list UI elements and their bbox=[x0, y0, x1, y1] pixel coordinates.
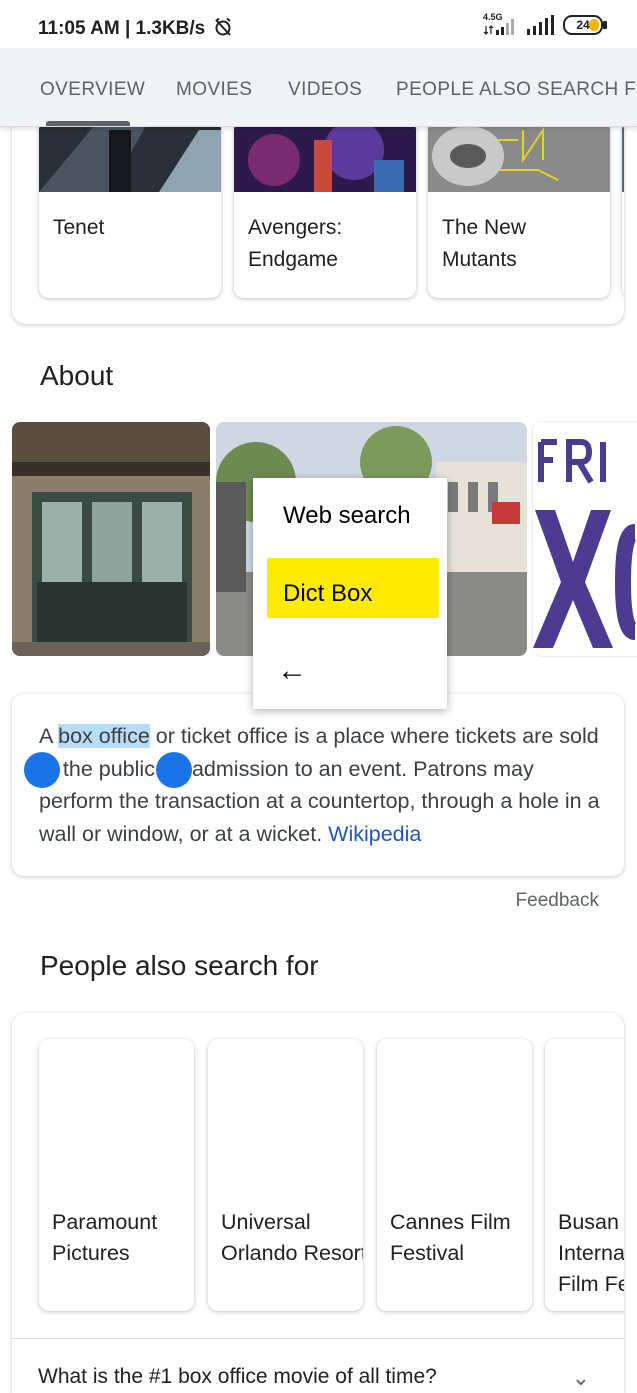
movie-poster-thumbnail bbox=[622, 120, 624, 192]
about-description: A box office or ticket office is a place… bbox=[39, 724, 600, 846]
wikipedia-link[interactable]: Wikipedia bbox=[328, 822, 421, 846]
people-also-search-heading: People also search for bbox=[40, 950, 319, 981]
about-description-card: A box office or ticket office is a place… bbox=[12, 694, 624, 876]
tenet-poster-thumbnail bbox=[39, 120, 221, 192]
signal-strength-icon bbox=[527, 15, 554, 35]
entity-card-busan-international-film-festival[interactable]: Busan International Film Festival bbox=[545, 1039, 624, 1311]
tab-overview[interactable]: OVERVIEW bbox=[40, 79, 145, 101]
selected-text[interactable]: box office bbox=[58, 724, 150, 748]
tab-people-also-search-for[interactable]: PEOPLE ALSO SEARCH FOR bbox=[396, 79, 637, 101]
divider bbox=[12, 1338, 624, 1339]
movie-title: Avengers: Endgame bbox=[248, 216, 343, 271]
status-icons: 4.5G 24 bbox=[483, 12, 607, 36]
movie-card-avengers-endgame[interactable]: Avengers: Endgame bbox=[234, 120, 416, 298]
entity-name: Busan International Film Festival bbox=[558, 1210, 624, 1296]
feedback-link[interactable]: Feedback bbox=[516, 890, 599, 912]
tab-videos[interactable]: VIDEOS bbox=[288, 79, 362, 101]
alarm-off-icon bbox=[214, 17, 231, 36]
entity-card-paramount-pictures[interactable]: Paramount Pictures bbox=[39, 1039, 194, 1311]
entity-name: Universal Orlando Resort bbox=[221, 1210, 363, 1265]
about-image-poster-text[interactable] bbox=[533, 422, 637, 656]
status-time: 11:05 AM | 1.3KB/s bbox=[38, 17, 233, 40]
network-4g-signal-icon: 4.5G bbox=[483, 12, 517, 36]
text-selection-context-menu: Web search Dict Box ← bbox=[253, 478, 447, 709]
movie-card-the-new-mutants[interactable]: The New Mutants bbox=[428, 120, 610, 298]
movie-card-tenet[interactable]: Tenet bbox=[39, 120, 221, 298]
movies-carousel: Tenet Avengers: Endgame The New Mutants bbox=[12, 100, 624, 324]
people-also-search-carousel: Paramount Pictures Universal Orlando Res… bbox=[12, 1013, 624, 1393]
avengers-endgame-poster-thumbnail bbox=[234, 120, 416, 192]
tab-bar: OVERVIEW MOVIES VIDEOS PEOPLE ALSO SEARC… bbox=[0, 48, 637, 127]
battery-icon: 24 bbox=[563, 15, 607, 35]
selection-end-handle[interactable] bbox=[156, 752, 192, 788]
tab-movies[interactable]: MOVIES bbox=[176, 79, 252, 101]
entity-card-universal-orlando-resort[interactable]: Universal Orlando Resort bbox=[208, 1039, 363, 1311]
active-tab-indicator bbox=[46, 121, 130, 126]
about-heading: About bbox=[40, 360, 114, 391]
selection-start-handle[interactable] bbox=[24, 752, 60, 788]
movie-title: The New Mutants bbox=[442, 216, 527, 271]
dict-box-menu-item[interactable]: Dict Box bbox=[283, 580, 372, 608]
movie-card-partial[interactable] bbox=[622, 120, 624, 298]
about-image-box-office-booth[interactable] bbox=[12, 422, 210, 656]
movie-title: Tenet bbox=[53, 216, 105, 239]
battery-level bbox=[589, 19, 599, 31]
web-search-menu-item[interactable]: Web search bbox=[283, 502, 411, 530]
chevron-down-icon[interactable]: ⌄ bbox=[572, 1365, 590, 1391]
the-new-mutants-poster-thumbnail bbox=[428, 120, 610, 192]
entity-card-cannes-film-festival[interactable]: Cannes Film Festival bbox=[377, 1039, 532, 1311]
back-arrow-icon[interactable]: ← bbox=[277, 654, 307, 688]
entity-name: Paramount Pictures bbox=[52, 1210, 158, 1265]
related-question[interactable]: What is the #1 box office movie of all t… bbox=[38, 1365, 437, 1389]
entity-name: Cannes Film Festival bbox=[390, 1210, 511, 1265]
status-bar: 11:05 AM | 1.3KB/s 4.5G 24 bbox=[0, 0, 637, 48]
